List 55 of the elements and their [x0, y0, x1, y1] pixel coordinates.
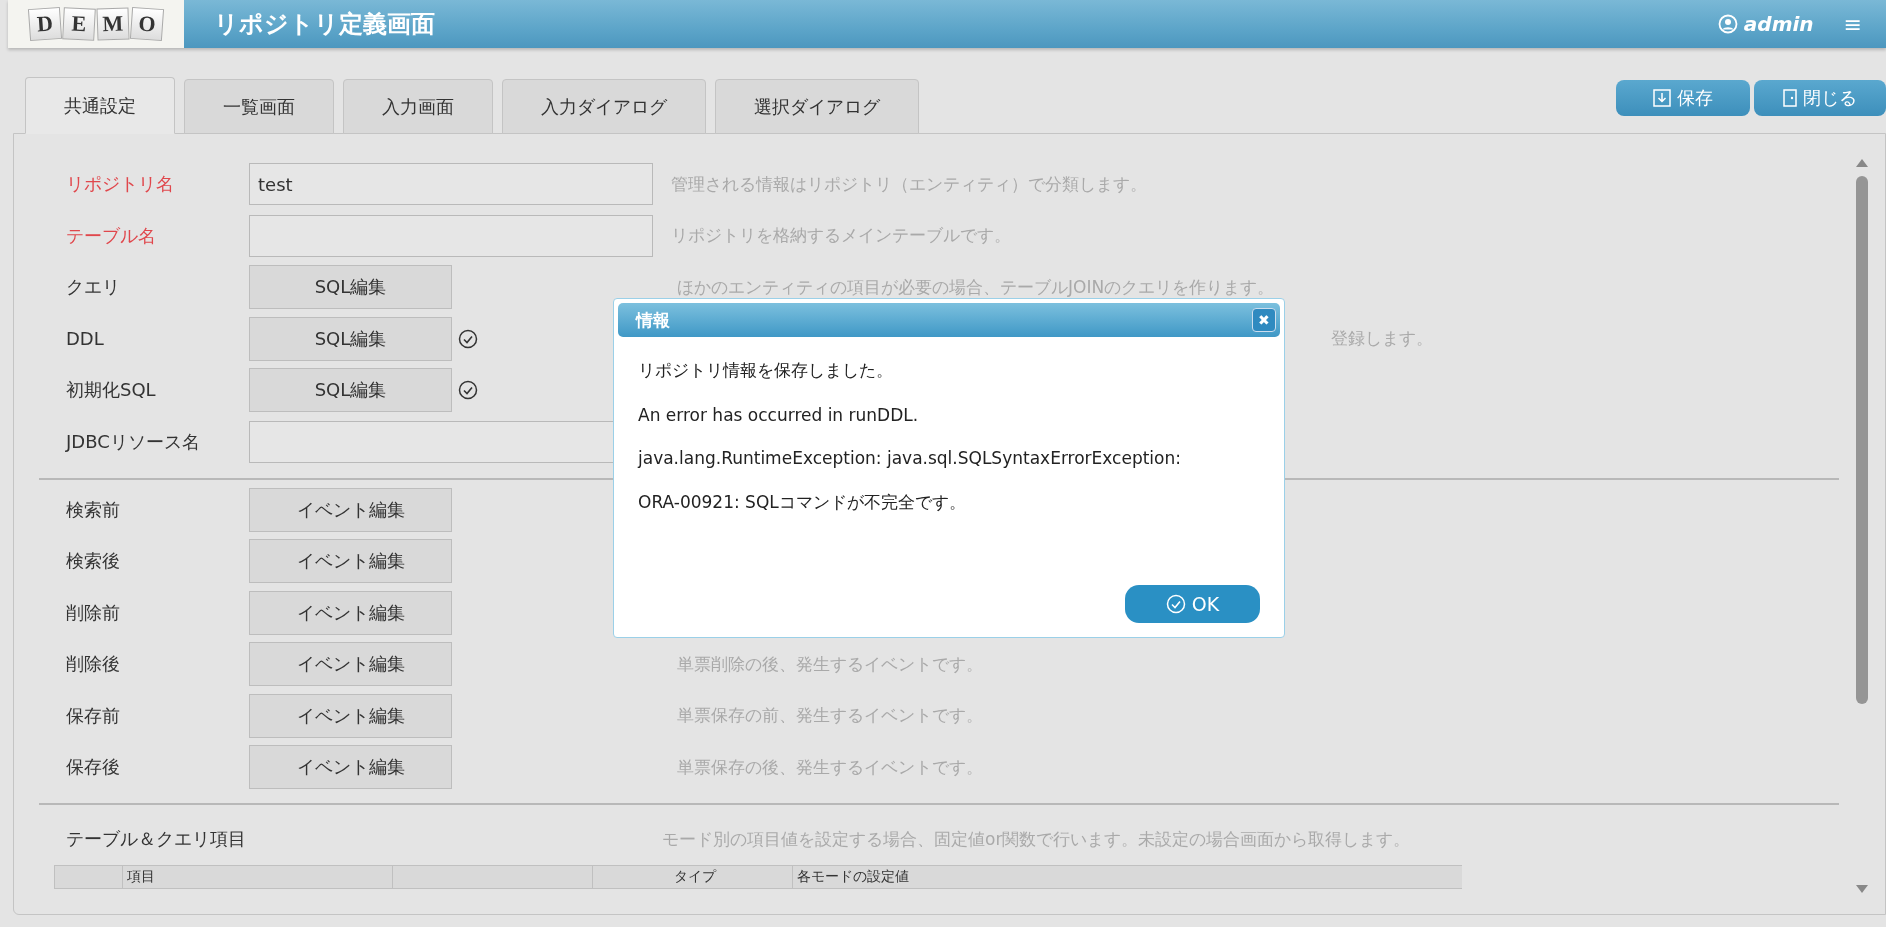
- field-description: 単票保存の後、発生するイベントです。: [677, 755, 983, 779]
- field-description: 管理される情報はリポジトリ（エンティティ）で分類します。: [671, 172, 1147, 196]
- close-button[interactable]: ✖: [1252, 308, 1276, 332]
- scroll-up-icon[interactable]: [1855, 158, 1869, 168]
- field-label: 保存前: [65, 703, 121, 728]
- field-label: 削除前: [65, 600, 121, 625]
- field-label: DDL: [65, 328, 105, 349]
- field-label: 保存後: [65, 755, 121, 779]
- text-field[interactable]: [249, 214, 653, 257]
- edit-button[interactable]: イベント編集: [249, 642, 452, 686]
- field-description: 単票削除の後、発生するイベントです。: [677, 652, 983, 676]
- tab[interactable]: 一覧画面: [184, 79, 334, 134]
- dialog-message: リポジトリ情報を保存しました。: [638, 359, 894, 382]
- edit-button[interactable]: SQL編集: [249, 265, 452, 309]
- download-icon: [1653, 89, 1671, 107]
- scroll-thumb[interactable]: [1856, 176, 1868, 704]
- page-title: リポジトリ定義画面: [214, 9, 436, 40]
- tab[interactable]: 入力画面: [343, 79, 493, 134]
- field-label: 検索後: [65, 549, 121, 573]
- field-description: リポジトリを格納するメインテーブルです。: [671, 224, 1011, 247]
- field-label: テーブル名: [65, 223, 157, 248]
- edit-button[interactable]: イベント編集: [249, 693, 452, 738]
- column-header: 各モードの設定値: [792, 865, 1462, 889]
- scroll-down-icon[interactable]: [1855, 884, 1869, 894]
- field-label: リポジトリ名: [65, 172, 175, 196]
- edit-button[interactable]: SQL編集: [249, 316, 452, 361]
- edit-button[interactable]: イベント編集: [249, 539, 452, 583]
- user-icon: [1717, 14, 1738, 34]
- edit-button[interactable]: イベント編集: [249, 590, 452, 635]
- check-circle-icon: [1165, 594, 1186, 614]
- edit-button[interactable]: イベント編集: [249, 745, 452, 789]
- edit-button[interactable]: SQL編集: [249, 368, 452, 412]
- dialog-title: 情報: [636, 308, 671, 332]
- field-label: クエリ: [65, 275, 121, 299]
- dialog-message: An error has occurred in runDDL.: [638, 405, 920, 425]
- column-header: [54, 865, 122, 889]
- tab[interactable]: 選択ダイアログ: [715, 79, 919, 134]
- dialog-message: java.lang.RuntimeException: java.sql.SQLSyntaxErrorException:: [638, 448, 1182, 468]
- tab[interactable]: 共通設定: [25, 77, 175, 134]
- column-header: 項目: [122, 865, 392, 889]
- field-label: 初期化SQL: [65, 378, 157, 402]
- column-header: タイプ: [592, 865, 792, 889]
- section-title: テーブル＆クエリ項目: [65, 827, 247, 851]
- logo: D E M O: [8, 0, 184, 48]
- field-description: 単票保存の前、発生するイベントです。: [677, 704, 983, 727]
- tab[interactable]: 入力ダイアログ: [502, 79, 706, 134]
- edit-button[interactable]: イベント編集: [249, 487, 452, 532]
- ok-button[interactable]: OK: [1125, 585, 1260, 623]
- field-label: 削除後: [65, 652, 121, 676]
- text-field[interactable]: test: [249, 163, 653, 205]
- dialog-message: ORA-00921: SQLコマンドが不完全です。: [638, 491, 967, 514]
- door-icon: [1783, 89, 1797, 107]
- field-description: 登録します。: [1331, 327, 1433, 350]
- field-label: JDBCリソース名: [64, 429, 201, 454]
- field-label: 検索前: [65, 497, 121, 522]
